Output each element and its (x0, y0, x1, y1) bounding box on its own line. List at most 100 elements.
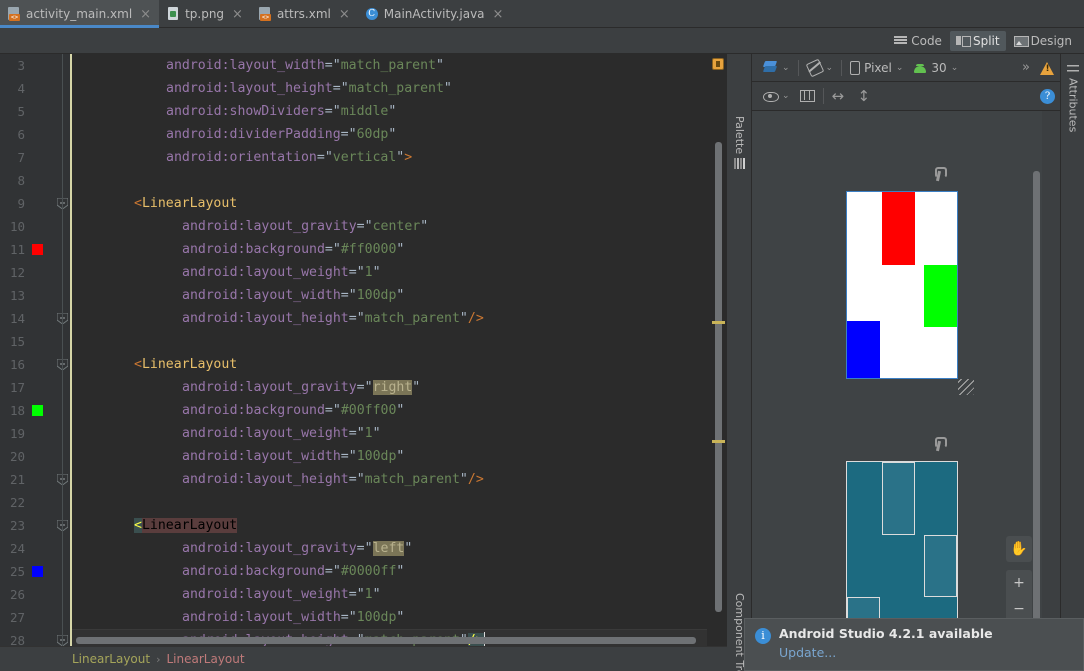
red-block[interactable] (882, 192, 915, 265)
blueprint-red-block[interactable] (882, 462, 915, 535)
sidebar-tab-palette[interactable]: Palette (727, 112, 752, 202)
editor-tab-attrs-xml[interactable]: attrs.xml × (251, 0, 358, 28)
design-surface-config-icon[interactable] (933, 167, 947, 181)
editor-vertical-scrollbar[interactable] (715, 142, 722, 612)
toolbar-overflow-button[interactable]: » (1017, 57, 1035, 79)
code-line[interactable]: <LinearLayout (72, 514, 727, 537)
design-surface-layers-button[interactable]: ⌄ (758, 57, 795, 79)
code-line[interactable] (72, 330, 727, 353)
rendered-device-surface[interactable] (846, 191, 958, 379)
view-mode-design[interactable]: Design (1008, 31, 1078, 51)
color-preview-swatch[interactable] (32, 405, 43, 416)
line-number: 3 (17, 58, 25, 73)
code-line[interactable]: android:orientation="vertical"> (72, 146, 727, 169)
editor-tab-mainactivity-java[interactable]: MainActivity.java × (358, 0, 512, 28)
code-token: " (324, 150, 333, 165)
editor-tab-tp-png[interactable]: tp.png × (159, 0, 251, 28)
api-level-selector[interactable]: 30 ⌄ (908, 57, 963, 79)
code-line[interactable]: android:background="#00ff00" (72, 399, 727, 422)
code-line[interactable] (72, 491, 727, 514)
code-line[interactable]: android:layout_weight="1" (72, 261, 727, 284)
code-token: " (396, 449, 405, 464)
device-selector[interactable]: Pixel ⌄ (845, 57, 908, 79)
code-line[interactable]: android:layout_width="100dp" (72, 606, 727, 629)
visibility-button[interactable]: ⌄ (758, 85, 795, 107)
green-block[interactable] (924, 265, 957, 327)
breadcrumb-parent[interactable]: LinearLayout (72, 652, 150, 666)
code-line[interactable] (72, 169, 727, 192)
code-editor[interactable]: 3 4 5 6 7 8 9 10 11 12 13 14 15 16 17 18 19 20 21 22 23 24 25 2… (0, 54, 727, 646)
code-line[interactable]: android:layout_weight="1" (72, 583, 727, 606)
code-line[interactable]: android:layout_width="100dp" (72, 284, 727, 307)
vertical-resize-button[interactable] (853, 85, 875, 107)
pan-tool-button[interactable]: ✋ (1006, 536, 1032, 562)
code-line[interactable]: android:background="#0000ff" (72, 560, 727, 583)
editor-tab-activity-main-xml[interactable]: activity_main.xml × (0, 0, 160, 28)
inspection-warning-indicator[interactable] (712, 58, 724, 70)
device-label: Pixel (864, 60, 892, 75)
code-line[interactable]: android:dividerPadding="60dp" (72, 123, 727, 146)
code-line[interactable]: android:layout_gravity="center" (72, 215, 727, 238)
code-line[interactable]: android:layout_height="match_parent" (72, 77, 727, 100)
design-canvas[interactable]: ✋ + − 1:1 (752, 111, 1042, 646)
code-token: left (372, 541, 405, 556)
warning-marker[interactable] (712, 440, 725, 443)
code-token: = (348, 311, 357, 326)
code-line[interactable]: android:layout_weight="1" (72, 422, 727, 445)
view-mode-label: Design (1030, 33, 1072, 48)
code-line[interactable]: android:layout_width="match_parent" (72, 54, 727, 77)
code-line[interactable]: android:layout_gravity="right" (72, 376, 727, 399)
horizontal-resize-button[interactable] (827, 85, 853, 107)
close-icon[interactable]: × (140, 8, 151, 21)
editor-marker-strip[interactable] (707, 54, 727, 646)
blueprint-green-block[interactable] (924, 535, 957, 597)
code-line[interactable]: android:layout_height="match_parent"/> (72, 468, 727, 491)
color-preview-swatch[interactable] (32, 566, 43, 577)
code-text-area[interactable]: android:layout_width="match_parent" andro… (72, 54, 727, 646)
code-token: " (356, 265, 365, 280)
code-line[interactable]: android:layout_gravity="left" (72, 537, 727, 560)
editor-gutter[interactable]: 3 4 5 6 7 8 9 10 11 12 13 14 15 16 17 18 19 20 21 22 23 24 25 2… (0, 54, 72, 646)
orientation-button[interactable]: ⌄ (802, 57, 839, 79)
close-icon[interactable]: × (232, 8, 243, 21)
render-warning-button[interactable] (1035, 57, 1060, 79)
code-token: = (348, 426, 357, 441)
warning-icon (1040, 61, 1055, 75)
view-mode-split[interactable]: Split (949, 30, 1006, 51)
code-token: = (348, 265, 357, 280)
chevron-down-icon: ⌄ (782, 91, 790, 101)
canvas-vertical-scrollbar[interactable] (1033, 171, 1040, 646)
code-line[interactable]: android:layout_height="match_parent"/> (72, 307, 727, 330)
editor-horizontal-scrollbar[interactable] (76, 637, 696, 644)
code-line[interactable]: android:showDividers="middle" (72, 100, 727, 123)
view-mode-code[interactable]: Code (888, 31, 948, 51)
code-line[interactable]: android:background="#ff0000" (72, 238, 727, 261)
code-token: < (134, 518, 142, 533)
blue-block[interactable] (847, 321, 880, 378)
update-notification[interactable]: i Android Studio 4.2.1 available Update.… (744, 618, 1084, 671)
warning-marker[interactable] (712, 321, 725, 324)
code-line[interactable]: <LinearLayout (72, 192, 727, 215)
color-preview-swatch[interactable] (32, 244, 43, 255)
layout-columns-button[interactable] (795, 85, 820, 107)
surface-resize-handle[interactable] (958, 379, 974, 395)
code-line[interactable]: <LinearLayout (72, 353, 727, 376)
code-token: = (324, 104, 333, 119)
blueprint-config-icon[interactable] (933, 437, 947, 451)
zoom-in-button[interactable]: + (1006, 570, 1032, 596)
code-line[interactable]: android:layout_width="100dp" (72, 445, 727, 468)
code-token: = (316, 150, 325, 165)
breadcrumb-current[interactable]: LinearLayout (167, 652, 245, 666)
code-token: " (332, 58, 341, 73)
code-token: = (348, 472, 357, 487)
layers-icon (763, 61, 778, 75)
line-number: 22 (9, 495, 25, 510)
line-number: 9 (17, 196, 25, 211)
notification-update-link[interactable]: Update... (779, 645, 993, 660)
sidebar-tab-attributes[interactable]: Attributes (1061, 58, 1084, 158)
close-icon[interactable]: × (493, 8, 504, 21)
close-icon[interactable]: × (339, 8, 350, 21)
help-button[interactable]: ? (1035, 85, 1060, 107)
code-token: 100dp (356, 288, 397, 303)
code-token: android:layout_height (182, 472, 349, 487)
